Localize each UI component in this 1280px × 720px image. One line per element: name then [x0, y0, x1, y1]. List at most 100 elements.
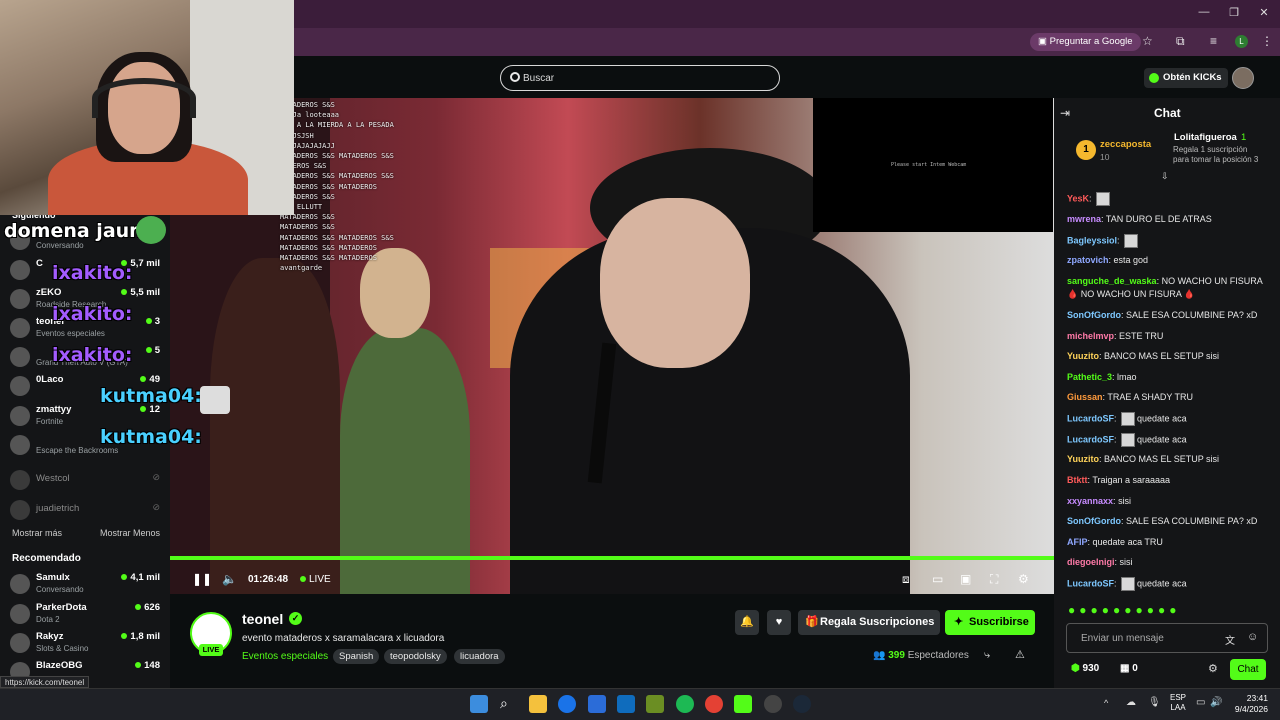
gifter-name[interactable]: Lolitafigueroa [1174, 132, 1237, 143]
leaderboard-user[interactable]: zeccaposta [1100, 139, 1151, 150]
profile-avatar[interactable]: L [1235, 35, 1248, 48]
chat-username[interactable]: sanguche_de_waska [1067, 276, 1157, 286]
channel-name: Rakyz [36, 631, 64, 642]
follow-heart-icon[interactable]: ♥ [767, 610, 791, 635]
tray-cloud-icon[interactable]: ☁ [1126, 697, 1136, 708]
subs-balance[interactable]: ▦ 0 [1120, 663, 1138, 674]
chat-username[interactable]: SonOfGordo [1067, 310, 1121, 320]
send-chat-button[interactable]: Chat [1230, 659, 1266, 680]
chat-message: AFIP: quedate aca TRU [1067, 536, 1272, 549]
start-icon[interactable] [470, 695, 488, 713]
report-icon[interactable]: ⚠ [1015, 648, 1025, 661]
emoji-icon[interactable]: ☺ [1247, 631, 1258, 643]
close-button[interactable]: ✕ [1249, 6, 1279, 19]
get-kicks-button[interactable]: Obtén KICKs [1144, 68, 1228, 88]
extensions-icon[interactable]: ⧉ [1176, 34, 1185, 49]
emote-bar[interactable]: ●●●●●●●●●● [1068, 603, 1268, 619]
chat-separator: : [1114, 413, 1120, 424]
recommended-channel[interactable]: Samulx Conversando 4,1 mil [0, 570, 170, 598]
user-avatar[interactable] [1232, 67, 1254, 89]
chat-username[interactable]: YesK [1067, 193, 1089, 203]
chat-username[interactable]: LucardoSF [1067, 578, 1114, 588]
volume-tray-icon[interactable]: 🔊 [1210, 697, 1222, 708]
show-less-button[interactable]: Mostrar Menos [100, 528, 160, 538]
minecraft-icon[interactable] [646, 695, 664, 713]
search-input[interactable]: Buscar [500, 65, 780, 91]
chat-separator: : [1114, 578, 1120, 589]
clock[interactable]: 23:41 9/4/2026 [1222, 693, 1268, 715]
kick-icon[interactable] [734, 695, 752, 713]
settings-icon[interactable]: ⚙ [1018, 572, 1029, 586]
overlay-ixakito-2: ixakito: [52, 303, 133, 325]
language-indicator[interactable]: ESP LAA [1170, 693, 1186, 713]
chat-username[interactable]: Yuuzito [1067, 454, 1099, 464]
channel-name[interactable]: teonel [242, 611, 283, 627]
chat-input[interactable]: Enviar un mensaje 文 ☺ [1066, 623, 1268, 653]
chat-username[interactable]: Yuuzito [1067, 351, 1099, 361]
chat-message: Yuuzito: BANCO MAS EL SETUP sisi [1067, 350, 1272, 363]
pause-icon[interactable]: ❚❚ [192, 572, 212, 586]
chat-username[interactable]: AFIP [1067, 537, 1088, 547]
edge-icon[interactable] [558, 695, 576, 713]
sidebar-channel-offline[interactable]: juadietrich ⊘ [0, 496, 170, 524]
headphones-icon [92, 78, 196, 118]
collapse-chat-icon[interactable]: ⇥ [1060, 106, 1070, 120]
star-icon[interactable]: ☆ [1142, 34, 1153, 48]
pin-icon[interactable]: ⇩ [1161, 171, 1169, 182]
subscribe-button[interactable]: ✦ Suscribirse [945, 610, 1035, 635]
progress-bar[interactable] [170, 556, 1054, 560]
chat-username[interactable]: diegoelnigi [1067, 557, 1115, 567]
network-icon[interactable]: ▭ [1196, 697, 1205, 708]
media-icon[interactable]: ≡ [1210, 34, 1217, 48]
chat-username[interactable]: zpatovich [1067, 255, 1109, 265]
mic-icon[interactable]: 🎙 [1148, 697, 1161, 708]
ask-google-button[interactable]: ▣ Preguntar a Google [1030, 33, 1141, 51]
translate-icon[interactable]: 文 [1225, 632, 1235, 647]
notification-bell-icon[interactable]: 🔔 [735, 610, 759, 635]
chrome-icon[interactable] [705, 695, 723, 713]
chat-username[interactable]: SonOfGordo [1067, 516, 1121, 526]
channel-avatar [10, 470, 30, 490]
chat-username[interactable]: xxyannaxx [1067, 496, 1113, 506]
tag-spanish[interactable]: Spanish [333, 649, 380, 664]
volume-icon[interactable]: 🔈 [222, 572, 237, 586]
share-icon[interactable]: ⤷ [984, 649, 990, 662]
kicks-balance[interactable]: ⬢ 930 [1071, 663, 1099, 674]
explorer-icon[interactable] [529, 695, 547, 713]
store-icon[interactable] [588, 695, 606, 713]
viewer-count: 👥 399 Espectadores [873, 650, 969, 661]
tag-teopodolsky[interactable]: teopodolsky [384, 649, 447, 664]
stream-category[interactable]: Eventos especiales [242, 651, 328, 662]
theatre-icon[interactable]: ▭ [932, 572, 943, 586]
chat-username[interactable]: LucardoSF [1067, 434, 1114, 444]
recommended-channel[interactable]: Rakyz Slots & Casino 1,8 mil [0, 629, 170, 657]
chat-message: xxyannaxx: sisi [1067, 495, 1272, 508]
sidebar-channel-offline[interactable]: Westcol ⊘ [0, 466, 170, 494]
show-more-button[interactable]: Mostrar más [12, 528, 62, 538]
steam-icon[interactable] [793, 695, 811, 713]
chat-username[interactable]: Pathetic_3 [1067, 372, 1112, 382]
fullscreen-icon[interactable]: ⛶ [990, 572, 998, 587]
obs-icon[interactable] [764, 695, 782, 713]
gift-subs-button[interactable]: 🎁 Regala Suscripciones [798, 610, 940, 635]
chat-username[interactable]: LucardoSF [1067, 413, 1114, 423]
pip-icon[interactable]: ▣ [960, 572, 971, 586]
chat-username[interactable]: Bagleyssiol [1067, 235, 1117, 245]
tag-licuadora[interactable]: licuadora [454, 649, 505, 664]
chat-username[interactable]: michelmvp [1067, 331, 1114, 341]
clip-icon[interactable]: ⧈ [902, 572, 910, 587]
spotify-icon[interactable] [676, 695, 694, 713]
menu-icon[interactable]: ⋮ [1261, 34, 1273, 48]
tray-chevron-icon[interactable]: ^ [1104, 698, 1108, 708]
chat-username[interactable]: Giussan [1067, 392, 1103, 402]
outlook-icon[interactable] [617, 695, 635, 713]
search-taskbar-icon[interactable]: ⌕ [500, 695, 518, 713]
leaderboard-rank: 1 [1076, 140, 1096, 160]
chat-settings-icon[interactable]: ⚙ [1208, 662, 1218, 675]
recommended-channel[interactable]: ParkerDota Dota 2 626 [0, 600, 170, 628]
maximize-button[interactable]: ❐ [1219, 6, 1249, 19]
chat-message: Yuuzito: BANCO MAS EL SETUP sisi [1067, 453, 1272, 466]
minimize-button[interactable]: — [1189, 6, 1219, 18]
chat-username[interactable]: mwrena [1067, 214, 1101, 224]
chat-username[interactable]: Btktt [1067, 475, 1088, 485]
